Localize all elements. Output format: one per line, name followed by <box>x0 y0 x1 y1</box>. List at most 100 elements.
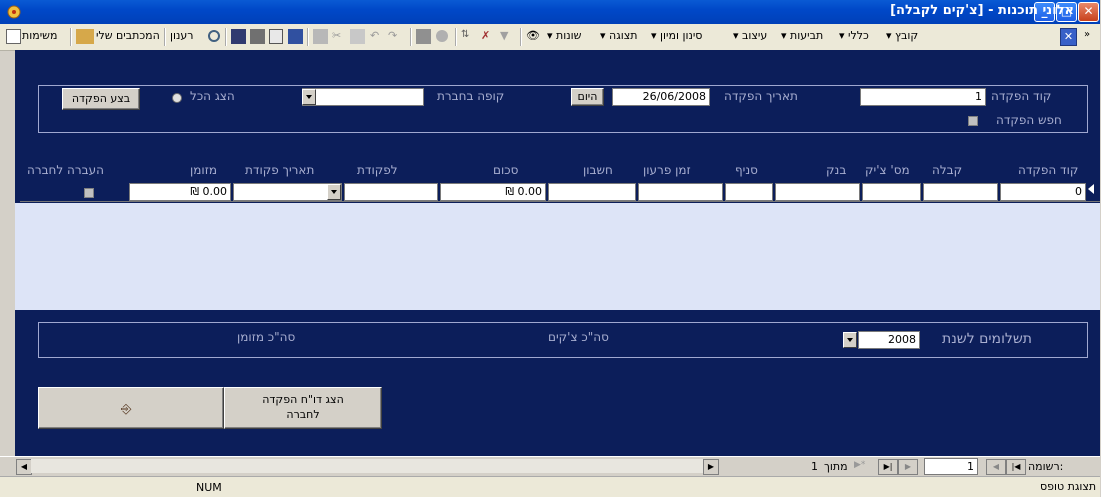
current-record-input[interactable]: 1 <box>924 458 978 475</box>
col-amount: סכום <box>493 163 519 177</box>
menu-view-label: תצוגה <box>609 29 638 42</box>
my-letters-button[interactable]: המכתבים שלי <box>96 29 160 45</box>
col-deposit-code: קוד הפקדה <box>1018 163 1079 177</box>
col-receipt: קבלה <box>932 163 963 177</box>
today-button[interactable]: היום <box>571 88 604 106</box>
col-payee: לפקודת <box>357 163 398 177</box>
book-icon[interactable] <box>288 29 303 44</box>
new-record-icon[interactable]: ▶* <box>854 460 865 470</box>
sort-icon[interactable]: ⇅ <box>461 29 476 44</box>
horizontal-scrollbar[interactable] <box>31 459 703 473</box>
perform-deposit-button[interactable]: בצע הפקדה <box>62 88 140 110</box>
cashbox-input[interactable] <box>302 88 424 106</box>
next-record-button[interactable]: ▶ <box>898 459 918 475</box>
separator <box>70 28 72 46</box>
col-transfer-to-company: העברה לחברה <box>27 163 104 177</box>
close-button[interactable]: ✕ <box>1078 2 1099 22</box>
app-icon <box>6 4 22 20</box>
print-preview-icon[interactable] <box>269 29 283 44</box>
row-check-number[interactable] <box>862 183 921 201</box>
row-due-time[interactable] <box>638 183 723 201</box>
record-label: רשומה: <box>1028 460 1064 473</box>
col-branch: סניף <box>735 163 758 177</box>
menu-design[interactable]: ▾ עיצוב <box>733 29 767 45</box>
tasks-icon[interactable] <box>6 29 21 44</box>
payments-year-dropdown-arrow[interactable] <box>843 332 857 348</box>
last-record-button[interactable]: ▶| <box>878 459 898 475</box>
cashbox-dropdown-arrow[interactable] <box>302 89 316 105</box>
find-icon[interactable]: 👁 <box>526 29 541 44</box>
scroll-left-arrow[interactable]: ◀ <box>16 459 32 475</box>
refresh-icon[interactable] <box>207 29 222 44</box>
menu-file[interactable]: ▾ קובץ <box>886 29 918 45</box>
separator <box>225 28 227 46</box>
menu-general[interactable]: ▾ כללי <box>839 29 869 45</box>
num-lock-indicator: NUM <box>196 481 222 494</box>
search-deposit-checkbox[interactable] <box>968 116 978 126</box>
cut-icon[interactable]: ✂ <box>332 29 347 44</box>
deposit-date-input[interactable]: 26/06/2008 <box>612 88 710 106</box>
of-label: מתוך <box>824 460 848 473</box>
exit-button[interactable]: ⎆ <box>38 387 224 429</box>
row-account[interactable] <box>548 183 636 201</box>
menu-claims[interactable]: ▾ תביעות <box>781 29 823 45</box>
menu-misc[interactable]: ▾ שונות <box>547 29 581 45</box>
menu-claims-label: תביעות <box>790 29 824 42</box>
col-cash: מזומן <box>190 163 217 177</box>
window-title: [אלוני תוכנות - [צ'קים לקבלה <box>890 3 1074 18</box>
col-due-time: זמן פרעון <box>643 163 691 177</box>
settings-icon[interactable] <box>435 29 450 44</box>
menu-toolbar: משימות המכתבים שלי רענון ✂ ↶ ↷ ⇅ ✗ ▼ 👁 ▾… <box>0 24 1100 51</box>
row-payee[interactable] <box>344 183 438 201</box>
menu-view[interactable]: ▾ תצוגה <box>600 29 638 45</box>
previous-record-button[interactable]: ◀ <box>986 459 1006 475</box>
first-record-button[interactable]: |◀ <box>1006 459 1026 475</box>
search-deposit-label: חפש הפקדה <box>996 113 1062 127</box>
row-transfer-checkbox[interactable] <box>84 188 94 198</box>
order-date-dropdown-arrow[interactable] <box>327 184 341 200</box>
menu-misc-label: שונות <box>556 29 582 42</box>
form-view-status: תצוגת טופס <box>1040 480 1097 493</box>
scroll-right-arrow[interactable]: ▶ <box>703 459 719 475</box>
col-bank: בנק <box>826 163 847 177</box>
separator <box>410 28 412 46</box>
menu-file-label: קובץ <box>895 29 919 42</box>
payments-year-input[interactable]: 2008 <box>858 331 920 349</box>
detail-empty-area <box>15 203 1100 310</box>
row-branch[interactable] <box>725 183 773 201</box>
row-bank[interactable] <box>775 183 860 201</box>
row-receipt[interactable] <box>923 183 998 201</box>
refresh-button[interactable]: רענון <box>170 29 194 45</box>
record-selector-icon <box>1088 184 1094 194</box>
menu-sort[interactable]: ▾ סינון ומיון <box>651 29 702 45</box>
show-deposit-report-button[interactable]: הצג דו"ח הפקדה לחברה <box>224 387 382 429</box>
show-all-radio[interactable] <box>172 93 182 103</box>
status-bar: NUM תצוגת טופס <box>0 476 1100 497</box>
close-form-icon[interactable]: ✕ <box>1060 28 1077 46</box>
row-order-date[interactable] <box>233 183 342 201</box>
deposit-date-label: תאריך הפקדה <box>724 89 798 103</box>
menu-design-label: עיצוב <box>742 29 768 42</box>
calculator-icon[interactable] <box>416 29 431 44</box>
save-icon[interactable] <box>231 29 246 44</box>
total-checks-label: סה"כ צ'קים <box>548 330 609 344</box>
remove-filter-icon[interactable]: ✗ <box>481 29 496 44</box>
menu-general-label: כללי <box>848 29 869 42</box>
deposit-code-label: קוד הפקדה <box>991 89 1052 103</box>
window-title-wrap: [אלוני תוכנות - [צ'קים לקבלה <box>890 3 1074 18</box>
deposit-code-input[interactable]: 1 <box>860 88 986 106</box>
paste-icon[interactable] <box>313 29 328 44</box>
copy-icon[interactable] <box>350 29 365 44</box>
tasks-button[interactable]: משימות <box>22 29 57 45</box>
toolbar-more-icon[interactable]: » <box>1084 29 1090 40</box>
exit-door-icon: ⎆ <box>121 402 132 417</box>
undo-icon[interactable]: ↶ <box>370 29 385 44</box>
letters-icon[interactable] <box>76 29 94 44</box>
filter-icon[interactable]: ▼ <box>500 29 515 44</box>
row-amount[interactable]: ₪ 0.00 <box>440 183 546 201</box>
row-cash[interactable]: ₪ 0.00 <box>129 183 231 201</box>
redo-icon[interactable]: ↷ <box>388 29 403 44</box>
col-account: חשבון <box>583 163 613 177</box>
row-deposit-code[interactable]: 0 <box>1000 183 1086 201</box>
print-icon[interactable] <box>250 29 265 44</box>
